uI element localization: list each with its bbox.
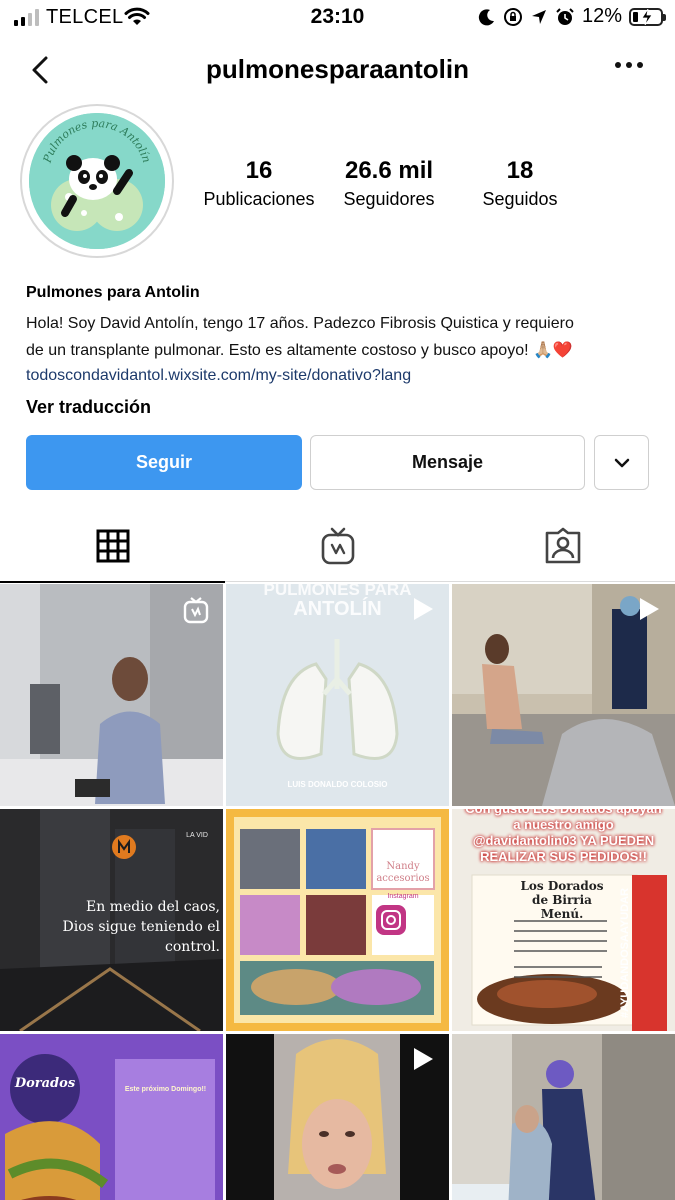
post-thumbnail[interactable]: PULMONES PARA ANTOLÍN LUIS DONALDO COLOS… [226,584,449,806]
location-icon [531,9,546,24]
profile-stats: 16 Publicaciones 26.6 mil Seguidores 18 … [190,156,670,216]
tab-grid[interactable] [0,510,225,583]
post-platform: Instagram [387,893,419,900]
status-bar: TELCEL 23:10 12% [0,0,675,34]
message-button[interactable]: Mensaje [310,435,585,490]
following-label: Seguidos [482,189,558,209]
stat-followers[interactable]: 26.6 mil Seguidores [326,156,452,212]
post-thumbnail[interactable]: Dorados Este próximo Domingo!! [0,1034,223,1200]
profile-header: pulmonesparaantolin [0,40,675,100]
video-play-icon [640,598,659,620]
post-side-text: #AYUDANDOSAAYUDAR [619,888,631,1018]
post-thumbnail[interactable]: Nandy accesorios Instagram [226,809,449,1031]
post-brand: Nandy accesorios [376,861,430,884]
followers-label: Seguidores [343,189,435,209]
post-brand: Dorados [14,1076,76,1091]
stat-following[interactable]: 18 Seguidos [460,156,580,212]
post-caption: Con gusto Los Dorados apoyan a nuestro a… [465,809,661,864]
posts-count: 16 [245,157,273,184]
post-caption: Este próximo Domingo!! [124,1086,207,1093]
post-badge-text: LA VID [186,832,208,839]
video-play-icon [414,598,433,620]
post-menu-title: Los Dorados de Birria Menú. [520,879,604,921]
profile-bio: Pulmones para Antolin Hola! Soy David An… [26,282,656,422]
tab-tagged[interactable] [450,510,675,582]
post-thumbnail[interactable] [226,1034,449,1200]
profile-tabs [0,510,675,583]
rotation-lock-icon [503,7,522,26]
following-count: 18 [506,157,534,184]
battery-icon [629,7,666,26]
chevron-down-icon [614,458,629,467]
profile-avatar[interactable]: Pulmones para Antolín [20,104,174,258]
igtv-badge-icon [183,597,209,624]
moon-icon [478,8,494,25]
post-thumbnail[interactable] [452,584,675,806]
profile-display-name: Pulmones para Antolin [26,284,200,301]
alarm-icon [556,7,574,25]
post-thumbnail[interactable] [452,1034,675,1200]
battery-percent: 12% [581,5,622,27]
grid-icon [96,529,129,563]
tab-igtv[interactable] [225,510,450,582]
more-options-button[interactable] [615,62,643,68]
followers-count: 26.6 mil [344,157,434,184]
post-caption-footer: LUIS DONALDO COLOSIO [287,780,388,789]
bio-text: Hola! Soy David Antolín, tengo 17 años. … [26,310,656,364]
video-play-icon [414,1048,433,1070]
post-caption: En medio del caos, Dios sigue teniendo e… [62,899,220,955]
posts-label: Publicaciones [203,189,315,209]
bio-line: de un transplante pulmonar. Esto es alta… [26,342,573,359]
stat-posts[interactable]: 16 Publicaciones [190,156,328,212]
suggestions-dropdown-button[interactable] [594,435,649,490]
see-translation-link[interactable]: Ver traducción [26,392,656,422]
igtv-icon [321,527,354,565]
tagged-person-icon [545,527,580,564]
follow-button[interactable]: Seguir [26,435,302,490]
avatar-image: Pulmones para Antolín [29,113,165,249]
post-thumbnail[interactable] [0,584,223,806]
bio-line: Hola! Soy David Antolín, tengo 17 años. … [26,315,574,332]
posts-grid: PULMONES PARA ANTOLÍN LUIS DONALDO COLOS… [0,584,675,1200]
bio-link[interactable]: todoscondavidantol.wixsite.com/my-site/d… [26,364,656,388]
post-thumbnail[interactable]: Con gusto Los Dorados apoyan a nuestro a… [452,809,675,1031]
profile-username: pulmonesparaantolin [206,54,469,84]
post-thumbnail[interactable]: LA VID En medio del caos, Dios sigue ten… [0,809,223,1031]
